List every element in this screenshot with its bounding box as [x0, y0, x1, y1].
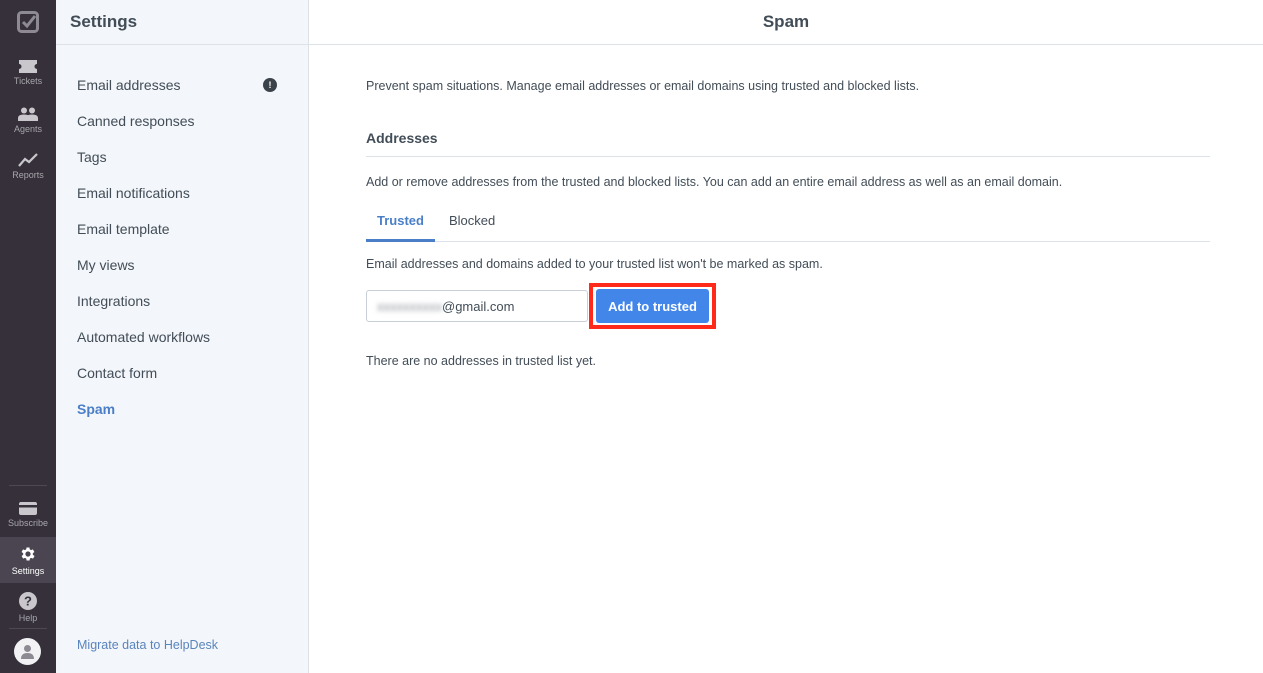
rail-item-subscribe[interactable]: Subscribe [0, 492, 56, 538]
rail-item-reports[interactable]: Reports [0, 143, 56, 189]
main-panel: Spam Prevent spam situations. Manage ema… [309, 0, 1263, 673]
migrate-data-link[interactable]: Migrate data to HelpDesk [77, 638, 218, 652]
rail-item-help[interactable]: ? Help [0, 584, 56, 630]
nav-item-label: Integrations [77, 293, 151, 309]
nav-item-label: Canned responses [77, 113, 195, 129]
nav-item-email-template[interactable]: Email template [56, 211, 308, 247]
nav-item-label: Email template [77, 221, 170, 237]
nav-item-integrations[interactable]: Integrations [56, 283, 308, 319]
nav-item-canned-responses[interactable]: Canned responses [56, 103, 308, 139]
highlight-box: Add to trusted [589, 283, 716, 329]
rail-label: Subscribe [7, 518, 49, 528]
svg-text:?: ? [24, 593, 32, 608]
rail-label: Settings [11, 565, 45, 576]
nav-item-label: Tags [77, 149, 107, 165]
gear-icon [21, 546, 35, 561]
nav-item-spam[interactable]: Spam [56, 391, 308, 427]
add-address-form: xxxxxxxxxx @gmail.com Add to trusted [366, 283, 1210, 329]
email-input[interactable]: xxxxxxxxxx @gmail.com [366, 290, 588, 322]
nav-item-my-views[interactable]: My views [56, 247, 308, 283]
agents-icon [18, 107, 38, 121]
nav-item-contact-form[interactable]: Contact form [56, 355, 308, 391]
section-title: Addresses [366, 130, 1210, 157]
empty-state-text: There are no addresses in trusted list y… [366, 354, 596, 368]
rail-item-agents[interactable]: Agents [0, 97, 56, 143]
email-local-part-redacted: xxxxxxxxxx [377, 298, 442, 314]
user-avatar[interactable] [14, 638, 41, 665]
settings-nav: Email addresses ! Canned responses Tags … [56, 67, 308, 427]
rail-item-tickets[interactable]: Tickets [0, 50, 56, 96]
page-title: Spam [762, 12, 810, 31]
reports-icon [18, 152, 38, 167]
nav-item-automated-workflows[interactable]: Automated workflows [56, 319, 308, 355]
main-header: Spam [309, 0, 1263, 45]
email-domain: @gmail.com [442, 298, 515, 314]
rail-label: Agents [13, 123, 43, 134]
intro-text: Prevent spam situations. Manage email ad… [366, 79, 920, 93]
sidebar-title: Settings [70, 12, 138, 31]
warning-badge-icon: ! [263, 78, 277, 92]
app-rail: Tickets Agents Reports Subscribe Setting… [0, 0, 56, 673]
nav-item-label: My views [77, 257, 135, 273]
subscribe-icon [19, 502, 37, 515]
tab-trusted[interactable]: Trusted [366, 211, 435, 242]
rail-item-settings[interactable]: Settings [0, 537, 56, 583]
help-icon: ? [19, 591, 37, 610]
add-to-trusted-button[interactable]: Add to trusted [596, 289, 709, 323]
nav-item-label: Email notifications [77, 185, 190, 201]
nav-item-email-notifications[interactable]: Email notifications [56, 175, 308, 211]
tab-blocked[interactable]: Blocked [438, 211, 506, 241]
rail-label: Tickets [13, 76, 43, 86]
nav-item-label: Email addresses [77, 77, 181, 93]
rail-label: Help [18, 612, 38, 623]
nav-item-email-addresses[interactable]: Email addresses ! [56, 67, 308, 103]
nav-item-label: Automated workflows [77, 329, 211, 345]
nav-item-label: Contact form [77, 365, 158, 381]
nav-item-label: Spam [77, 401, 116, 417]
ticket-icon [19, 60, 37, 73]
settings-sidebar: Settings Email addresses ! Canned respon… [56, 0, 309, 673]
tab-description: Email addresses and domains added to you… [366, 257, 823, 271]
spam-content: Prevent spam situations. Manage email ad… [366, 45, 1210, 368]
section-description: Add or remove addresses from the trusted… [366, 175, 1063, 189]
app-logo-icon[interactable] [0, 8, 56, 36]
rail-divider [9, 628, 47, 629]
rail-label: Reports [12, 169, 44, 180]
sidebar-header: Settings [56, 0, 308, 45]
list-tabs: Trusted Blocked [366, 211, 1210, 242]
rail-divider [9, 485, 47, 486]
nav-item-tags[interactable]: Tags [56, 139, 308, 175]
user-icon [21, 645, 34, 659]
